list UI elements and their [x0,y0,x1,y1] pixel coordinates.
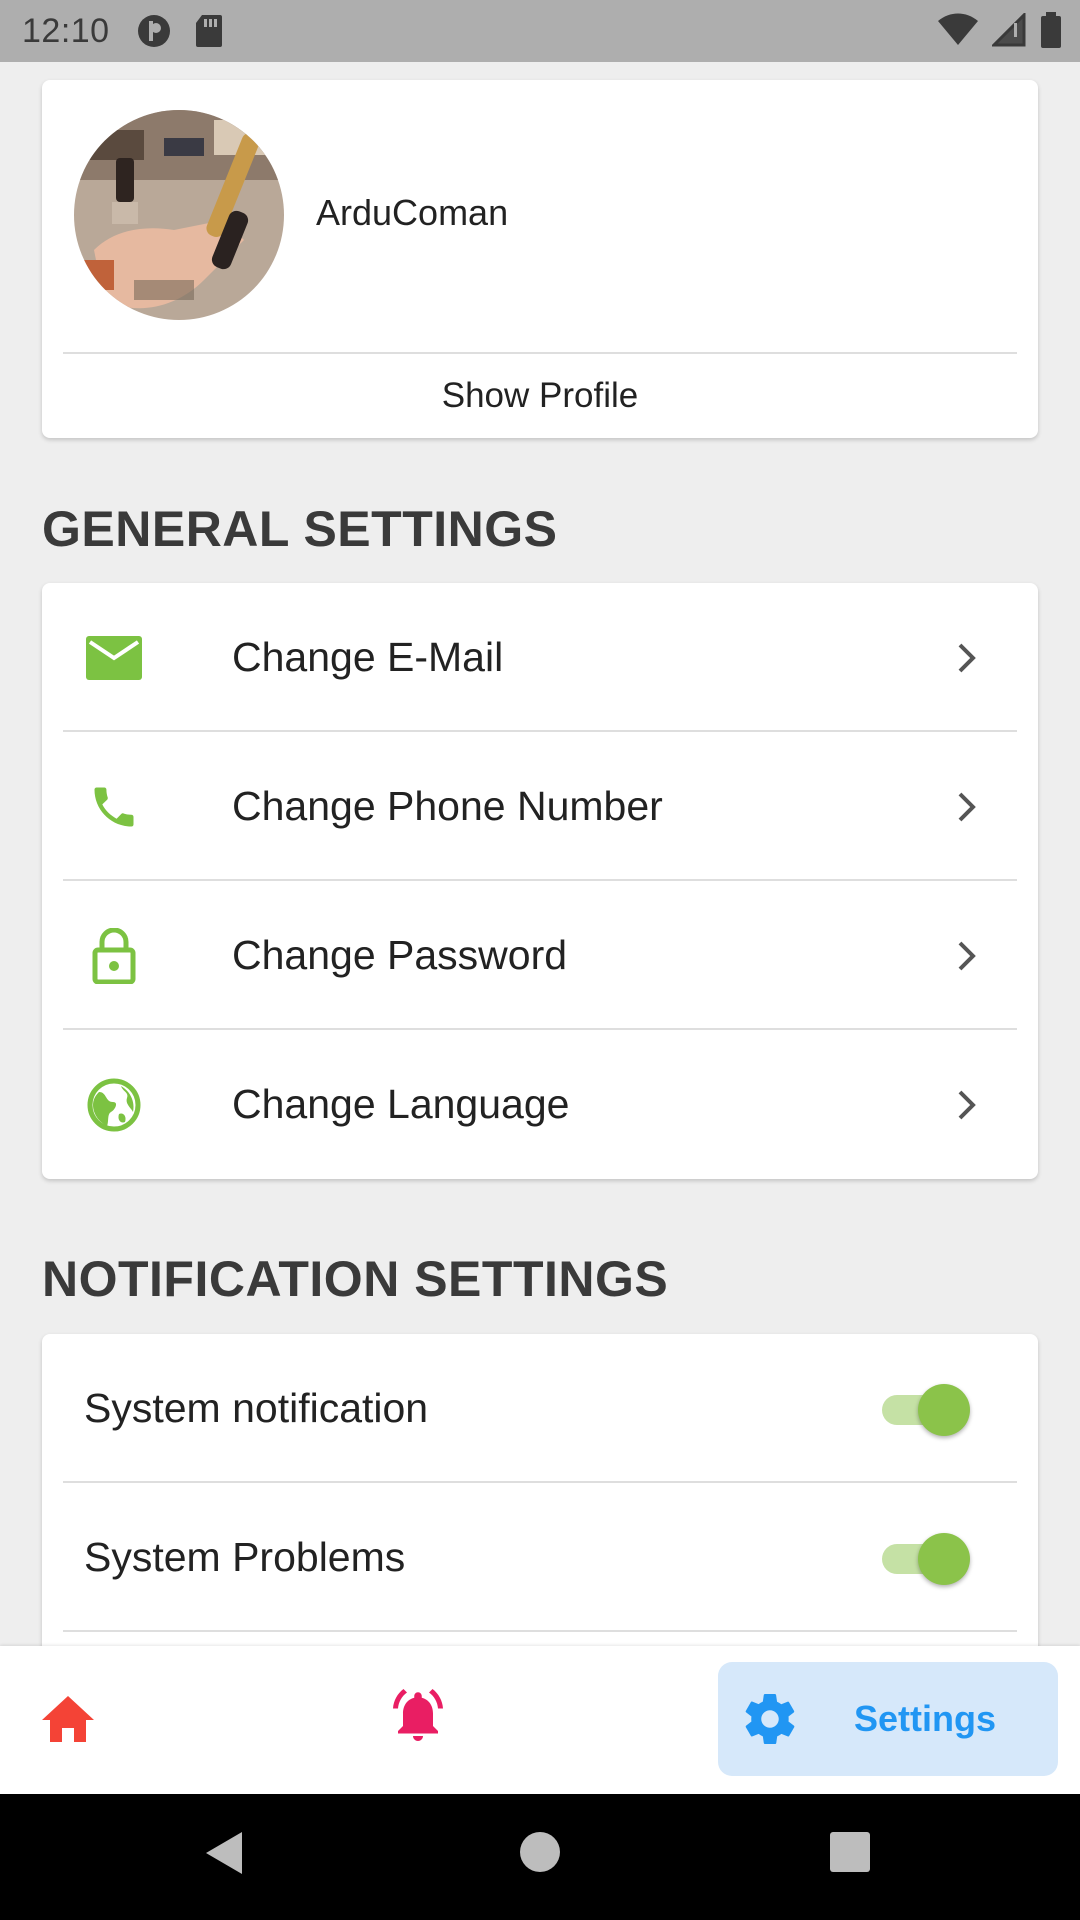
sd-card-icon [194,13,230,49]
home-icon[interactable] [40,1694,106,1754]
change-email-item[interactable]: Change E-Mail [42,583,1038,732]
notification-settings-card: System notification System Problems [42,1334,1038,1646]
status-bar: 12:10 [0,0,1080,62]
home-button-icon[interactable] [520,1832,560,1872]
change-language-label: Change Language [232,1081,570,1127]
system-notification-item: System notification [42,1334,1038,1483]
change-email-label: Change E-Mail [232,634,504,680]
settings-tab[interactable]: Settings [718,1662,1058,1776]
system-navigation-bar [0,1794,1080,1920]
cellular-signal-icon [990,11,1026,52]
chevron-right-icon [952,638,982,678]
change-phone-label: Change Phone Number [232,783,663,829]
system-notification-toggle[interactable] [874,1381,970,1437]
bottom-navigation: Settings [0,1646,1080,1794]
change-password-item[interactable]: Change Password [42,881,1038,1030]
settings-content[interactable]: ArduComan Show Profile GENERAL SETTINGS … [0,62,1080,1646]
chevron-right-icon [952,936,982,976]
chevron-right-icon [952,1085,982,1125]
phone-icon [84,777,144,837]
status-time: 12:10 [22,11,110,50]
chevron-right-icon [952,787,982,827]
back-icon[interactable] [204,1830,244,1881]
wifi-icon [938,13,978,52]
system-problems-item: System Problems [42,1483,1038,1632]
lock-icon [84,926,144,986]
change-password-label: Change Password [232,932,568,978]
email-icon [84,628,144,688]
avatar[interactable] [74,110,284,320]
change-phone-item[interactable]: Change Phone Number [42,732,1038,881]
system-problems-toggle[interactable] [874,1530,970,1586]
change-language-item[interactable]: Change Language [42,1030,1038,1179]
profile-card: ArduComan Show Profile [42,80,1038,438]
divider [63,1630,1017,1632]
battery-icon [1040,12,1062,53]
system-problems-label: System Problems [84,1534,406,1580]
notification-settings-title: NOTIFICATION SETTINGS [42,1251,669,1307]
toggle-knob [918,1383,970,1436]
show-profile-button[interactable]: Show Profile [42,354,1038,438]
settings-tab-label: Settings [854,1698,997,1739]
general-settings-title: GENERAL SETTINGS [42,501,558,557]
gear-icon [740,1689,800,1749]
recent-apps-icon[interactable] [830,1832,870,1872]
status-icons [938,11,1062,53]
general-settings-card: Change E-Mail Change Phone Number Change… [42,583,1038,1179]
notification-status-icon [136,13,172,49]
bell-icon[interactable] [388,1686,454,1756]
globe-icon [84,1075,144,1135]
system-notification-label: System notification [84,1385,429,1431]
profile-name: ArduComan [316,192,509,233]
toggle-knob [918,1532,970,1585]
